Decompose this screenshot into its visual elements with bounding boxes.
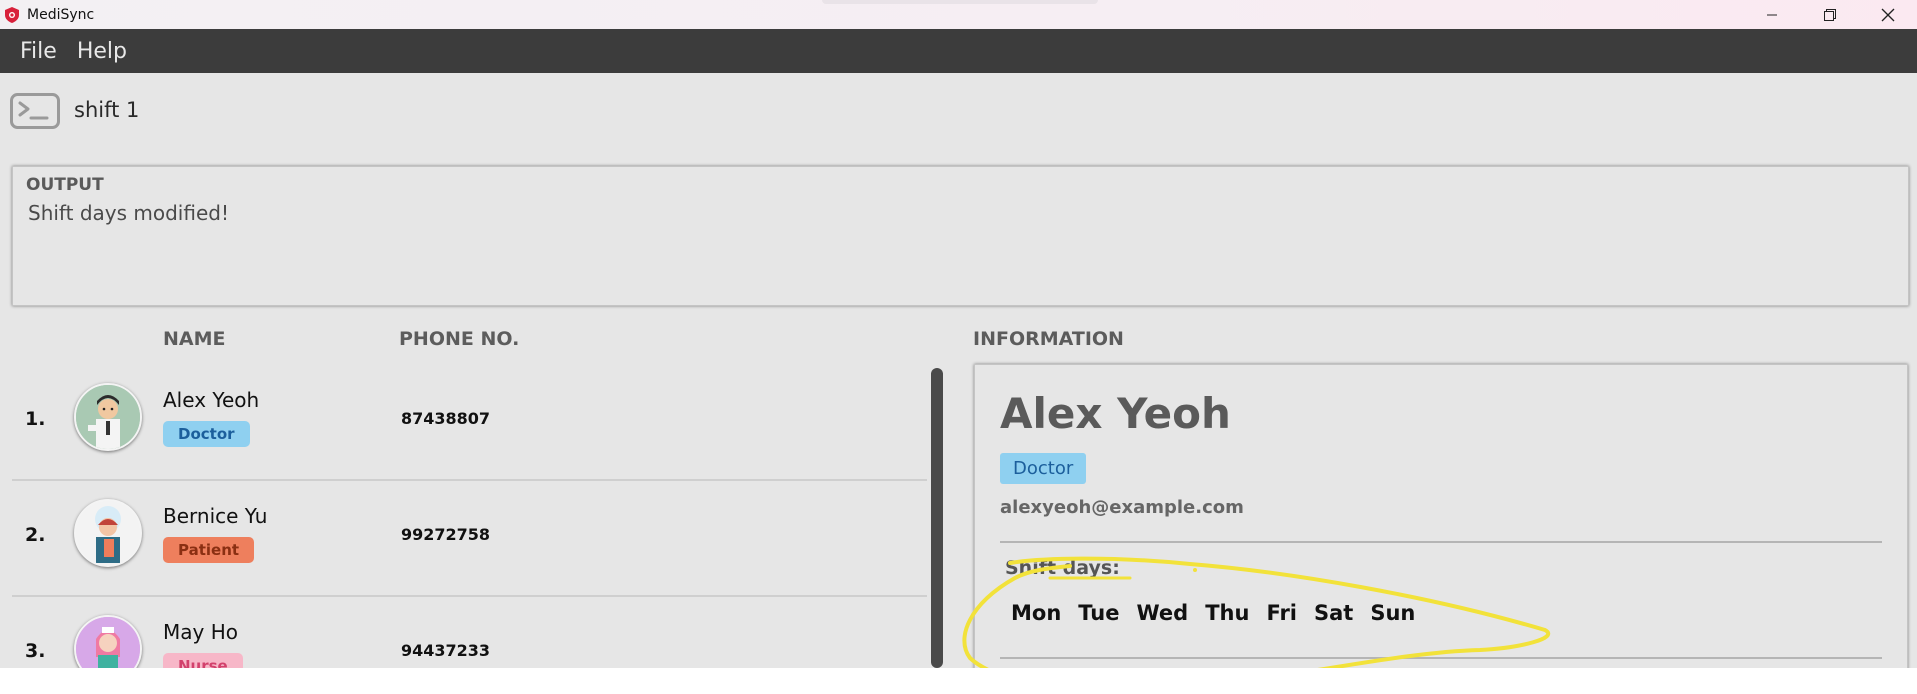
tag-badge: Nurse — [163, 653, 243, 668]
shift-day-thu: Thu — [1205, 601, 1250, 625]
patient-avatar-icon — [76, 501, 140, 565]
shift-day-mon: Mon — [1011, 601, 1062, 625]
title-bar[interactable]: MediSync — [0, 0, 1917, 29]
row-index: 3. — [25, 640, 46, 662]
info-tag-badge: Doctor — [1000, 453, 1087, 484]
title-bar-handle — [822, 0, 1098, 4]
row-index: 2. — [25, 524, 46, 546]
shift-day-fri: Fri — [1266, 601, 1297, 625]
shift-day-tue: Tue — [1078, 601, 1120, 625]
column-header-name: NAME — [163, 328, 226, 350]
person-name: May Ho — [163, 620, 238, 644]
shift-days-list: Mon Tue Wed Thu Fri Sat Sun — [1011, 601, 1415, 625]
output-message: Shift days modified! — [28, 201, 229, 225]
shift-day-sun: Sun — [1370, 601, 1416, 625]
terminal-icon — [10, 93, 60, 129]
information-panel: Alex Yeoh Doctor alexyeoh@example.com Sh… — [974, 364, 1908, 668]
screen-bottom-strip — [0, 668, 1917, 694]
close-button[interactable] — [1859, 0, 1917, 29]
shift-days-label: Shift days: — [1005, 557, 1120, 579]
avatar — [74, 383, 142, 451]
close-icon — [1881, 8, 1895, 21]
output-label: OUTPUT — [26, 175, 104, 195]
avatar — [74, 499, 142, 567]
list-item[interactable]: 2. Bernice Yu Patient 99272758 — [12, 480, 927, 597]
command-input[interactable]: shift 1 — [74, 98, 139, 122]
minimize-button[interactable] — [1743, 0, 1801, 29]
person-name: Alex Yeoh — [163, 388, 260, 412]
phone-number: 99272758 — [401, 525, 491, 544]
menu-help[interactable]: Help — [67, 39, 137, 64]
row-index: 1. — [25, 408, 46, 430]
menu-file[interactable]: File — [0, 39, 67, 64]
window-title: MediSync — [27, 6, 95, 23]
info-person-name: Alex Yeoh — [1000, 389, 1231, 438]
phone-number: 87438807 — [401, 409, 491, 428]
tag-badge: Patient — [163, 537, 255, 563]
person-name: Bernice Yu — [163, 504, 268, 528]
column-header-phone: PHONE NO. — [399, 328, 520, 350]
output-panel: OUTPUT Shift days modified! — [12, 166, 1909, 306]
nurse-avatar-icon — [76, 617, 140, 668]
window-controls — [1743, 0, 1917, 29]
divider — [1000, 541, 1882, 543]
doctor-avatar-icon — [76, 385, 140, 449]
list-item[interactable]: 1. Alex Yeoh Doctor 87438807 — [12, 364, 927, 481]
list-item[interactable]: 3. May Ho Nurse 94437233 — [12, 596, 927, 668]
person-list[interactable]: 1. Alex Yeoh Doctor 87438807 2. Bernice … — [12, 364, 927, 668]
list-scrollbar[interactable] — [931, 368, 943, 668]
phone-number: 94437233 — [401, 641, 491, 660]
shift-day-sat: Sat — [1314, 601, 1354, 625]
shift-day-wed: Wed — [1136, 601, 1189, 625]
info-email: alexyeoh@example.com — [1000, 497, 1244, 518]
restore-icon — [1824, 8, 1836, 21]
minimize-icon — [1767, 14, 1777, 15]
avatar — [74, 615, 142, 668]
tag-badge: Doctor — [163, 421, 250, 447]
information-header: INFORMATION — [973, 328, 1124, 350]
red-shield-icon — [5, 6, 19, 23]
app-window: MediSync File Help shift 1 OUTPUT Shift … — [0, 0, 1917, 668]
divider — [1000, 657, 1882, 659]
menu-bar: File Help — [0, 29, 1917, 73]
restore-button[interactable] — [1801, 0, 1859, 29]
